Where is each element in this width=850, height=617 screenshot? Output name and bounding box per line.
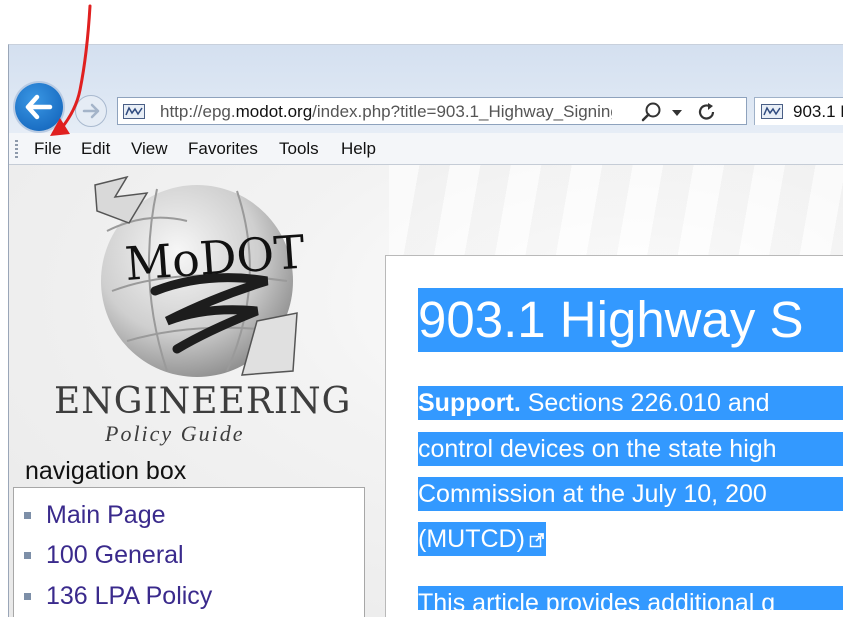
title-bar: http://epg.modot.org/index.php?title=903… [9, 45, 843, 133]
nav-link-label: 100 General [46, 541, 184, 569]
nav-link-100-general[interactable]: 100 General [24, 540, 184, 570]
menu-favorites[interactable]: Favorites [188, 139, 258, 159]
support-label: Support. [418, 389, 521, 417]
menu-bar: File Edit View Favorites Tools Help [9, 133, 843, 165]
navigation-box: Main Page 100 General 136 LPA Policy [13, 487, 365, 617]
nav-link-label: 136 LPA Policy [46, 582, 213, 610]
address-bar[interactable]: http://epg.modot.org/index.php?title=903… [117, 97, 747, 125]
mutcd-link[interactable]: (MUTCD) [418, 525, 525, 553]
modot-globe-logo[interactable]: MoDOT [67, 171, 317, 381]
engineering-wordmark: ENGINEERING [54, 381, 352, 422]
tab-title: 903.1 H [793, 102, 843, 121]
menu-edit[interactable]: Edit [81, 139, 110, 159]
web-page: MoDOT ENGINEERING Policy Guide navigatio… [9, 165, 843, 617]
article-content: 903.1 Highway S Support. Sections 226.01… [385, 255, 843, 617]
menu-tools[interactable]: Tools [279, 139, 319, 159]
navigation-box-title: navigation box [25, 457, 187, 485]
nav-link-label: Main Page [46, 501, 166, 529]
article-heading: 903.1 Highway S [418, 288, 843, 352]
site-favicon-icon [123, 104, 145, 119]
browser-tab[interactable]: 903.1 H [754, 97, 843, 125]
address-url[interactable]: http://epg.modot.org/index.php?title=903… [160, 101, 612, 123]
line-text: Sections 226.010 and [520, 389, 770, 417]
menu-file[interactable]: File [34, 139, 61, 159]
refresh-icon[interactable] [696, 101, 718, 123]
toolbar-grip [15, 140, 18, 158]
article-line-2: control devices on the state high [418, 432, 843, 466]
policy-guide-wordmark: Policy Guide [105, 421, 245, 446]
browser-window: http://epg.modot.org/index.php?title=903… [8, 44, 843, 617]
bullet-icon [24, 552, 31, 559]
article-line-5: This article provides additional g [418, 586, 843, 610]
external-link-icon[interactable] [529, 532, 545, 548]
tab-favicon-icon [761, 104, 783, 119]
annotation-arrow-icon [50, 4, 92, 136]
article-line-1: Support. Sections 226.010 and [418, 386, 843, 420]
search-icon[interactable] [640, 101, 662, 123]
article-line-3: Commission at the July 10, 200 [418, 477, 843, 511]
article-line-4[interactable]: (MUTCD) [418, 522, 546, 556]
background-rays [389, 165, 843, 265]
nav-link-136-lpa-policy[interactable]: 136 LPA Policy [24, 581, 213, 611]
bullet-icon [24, 512, 31, 519]
dropdown-icon[interactable] [670, 101, 684, 123]
menu-help[interactable]: Help [341, 139, 376, 159]
nav-link-main-page[interactable]: Main Page [24, 500, 166, 530]
menu-view[interactable]: View [131, 139, 168, 159]
bullet-icon [24, 593, 31, 600]
